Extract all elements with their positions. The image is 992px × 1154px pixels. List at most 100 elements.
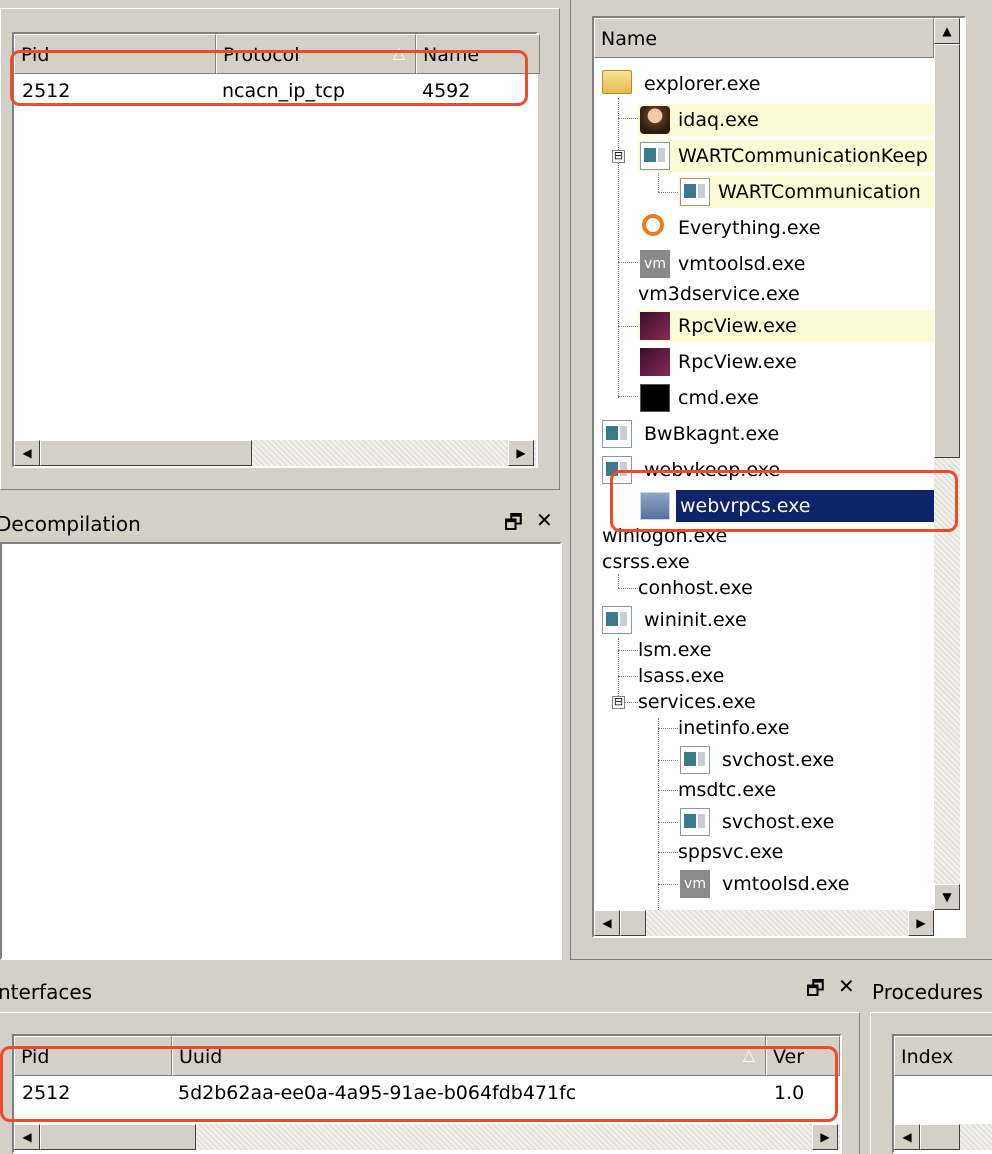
interfaces-panel: nterfaces 🗗 ✕ Pid Uuid △ Ver 2512 5d2b62… (0, 966, 866, 1154)
arrow-left-icon: ◀ (22, 446, 32, 460)
magnifier-icon (642, 214, 664, 236)
cell-protocol: ncacn_ip_tcp (222, 80, 345, 102)
arrow-right-icon: ▶ (916, 916, 926, 930)
decompilation-title: Decompilation (0, 512, 141, 536)
tree-node-label: vm3dservice.exe (638, 283, 800, 305)
cell-ver: 1.0 (774, 1082, 805, 1104)
arrow-left-icon: ◀ (902, 1130, 912, 1144)
column-header-name[interactable]: Name (594, 18, 934, 58)
vertical-scrollbar[interactable]: ▲ ▼ (934, 18, 960, 910)
tree-node-label: svchost.exe (722, 811, 835, 833)
column-header-ver[interactable]: Ver (766, 1036, 840, 1076)
tree-line (618, 588, 638, 589)
network-icon (640, 492, 670, 520)
horizontal-scrollbar[interactable]: ◀ ▶ (594, 910, 934, 936)
scroll-left-button[interactable]: ◀ (594, 910, 620, 936)
column-header-pid[interactable]: Pid (14, 34, 216, 74)
scroll-right-button[interactable]: ▶ (812, 1124, 838, 1150)
scroll-left-button[interactable]: ◀ (894, 1124, 920, 1150)
tree-node-label: explorer.exe (644, 73, 761, 95)
tree-line (618, 118, 638, 119)
tree-node-label: WARTCommunication (718, 181, 921, 203)
process-panel: Name ⊟ ⊟ explorer.exe idaq.exe WARTCommu… (570, 0, 992, 962)
scroll-thumb[interactable] (934, 44, 960, 458)
vmware-icon: vm (680, 870, 710, 898)
scroll-down-button[interactable]: ▼ (934, 884, 960, 910)
scroll-thumb[interactable] (620, 910, 646, 936)
process-tree[interactable]: Name ⊟ ⊟ explorer.exe idaq.exe WARTCommu… (592, 16, 966, 938)
tree-line (658, 718, 659, 928)
tree-line (618, 396, 638, 397)
table-row[interactable]: 2512 5d2b62aa-ee0a-4a95-91ae-b064fdb471f… (14, 1078, 840, 1110)
rpcview-icon (640, 312, 670, 340)
tree-node-label: vmtoolsd.exe (722, 873, 850, 895)
tree-node-wartcommunication[interactable]: WARTCommunication (678, 176, 934, 208)
restore-icon[interactable]: 🗗 (504, 508, 523, 542)
close-icon[interactable]: ✕ (536, 508, 553, 532)
cell-name: 4592 (422, 80, 471, 102)
window-icon (680, 808, 710, 836)
tree-node-wartcommunicationkeep[interactable]: WARTCommunicationKeep (638, 140, 934, 172)
tree-line (658, 884, 678, 885)
collapse-toggle[interactable]: ⊟ (612, 150, 625, 163)
tree-node-rpcview[interactable]: RpcView.exe (638, 310, 934, 342)
tree-node-label: WARTCommunicationKeep (678, 145, 928, 167)
tree-line (658, 790, 678, 791)
decompilation-editor[interactable] (0, 542, 562, 960)
window-icon (640, 142, 670, 170)
decompilation-panel: Decompilation 🗗 ✕ (0, 500, 566, 962)
tree-node-idaq[interactable]: idaq.exe (638, 104, 934, 136)
tree-node-label: conhost.exe (638, 577, 753, 599)
column-header-uuid[interactable]: Uuid △ (172, 1036, 766, 1076)
tree-line (658, 760, 678, 761)
procedures-list[interactable]: Index ◀ (892, 1034, 992, 1154)
tree-line (658, 822, 678, 823)
tree-node-label: RpcView.exe (678, 315, 797, 337)
ida-icon (640, 106, 670, 134)
scroll-thumb[interactable] (40, 440, 252, 466)
tree-line (618, 262, 638, 263)
scroll-right-button[interactable]: ▶ (908, 910, 934, 936)
scroll-thumb[interactable] (40, 1124, 196, 1150)
tree-node-label: msdtc.exe (678, 779, 777, 801)
tree-line (658, 192, 678, 193)
window-icon (680, 178, 710, 206)
horizontal-scrollbar[interactable]: ◀ (894, 1124, 992, 1150)
cell-uuid: 5d2b62aa-ee0a-4a95-91ae-b064fdb471fc (178, 1082, 577, 1104)
tree-node-label: webvrpcs.exe (675, 489, 935, 523)
tree-node-label: RpcView.exe (678, 351, 797, 373)
column-header-protocol[interactable]: Protocol △ (216, 34, 416, 74)
tree-node-label: wininit.exe (644, 609, 747, 631)
endpoints-list[interactable]: Pid Protocol △ Name 2512 ncacn_ip_tcp 45… (12, 32, 540, 468)
scroll-left-button[interactable]: ◀ (14, 1124, 40, 1150)
scroll-right-button[interactable]: ▶ (508, 440, 534, 466)
interfaces-list[interactable]: Pid Uuid △ Ver 2512 5d2b62aa-ee0a-4a95-9… (12, 1034, 842, 1154)
folder-icon (602, 70, 632, 94)
scroll-left-button[interactable]: ◀ (14, 440, 40, 466)
table-row[interactable]: 2512 ncacn_ip_tcp 4592 (14, 76, 536, 108)
scroll-thumb[interactable] (920, 1124, 960, 1150)
window-icon (602, 606, 632, 634)
column-header-pid[interactable]: Pid (14, 1036, 172, 1076)
tree-node-webvrpcs[interactable]: webvrpcs.exe (638, 489, 935, 523)
column-header-name[interactable]: Name (416, 34, 540, 74)
horizontal-scrollbar[interactable]: ◀ ▶ (14, 1124, 840, 1150)
tree-line (618, 98, 619, 398)
close-icon[interactable]: ✕ (838, 974, 855, 998)
horizontal-scrollbar[interactable]: ◀ ▶ (14, 440, 536, 466)
tree-line (618, 326, 638, 327)
scroll-up-button[interactable]: ▲ (934, 18, 960, 44)
console-icon (640, 384, 670, 412)
tree-line (658, 852, 678, 853)
procedures-panel: Procedures Index ◀ (866, 966, 992, 1154)
column-header-index[interactable]: Index (894, 1036, 992, 1076)
tree-node-label: svchost.exe (722, 749, 835, 771)
tree-node-label: webvkeep.exe (644, 459, 781, 481)
collapse-toggle[interactable]: ⊟ (612, 696, 625, 709)
endpoints-panel: Pid Protocol △ Name 2512 ncacn_ip_tcp 45… (0, 0, 566, 492)
restore-icon[interactable]: 🗗 (806, 974, 825, 1008)
tree-node-label: winlogon.exe (602, 525, 728, 547)
arrow-up-icon: ▲ (942, 24, 952, 38)
tree-node-label: vmtoolsd.exe (678, 253, 806, 275)
window-icon (602, 420, 632, 448)
